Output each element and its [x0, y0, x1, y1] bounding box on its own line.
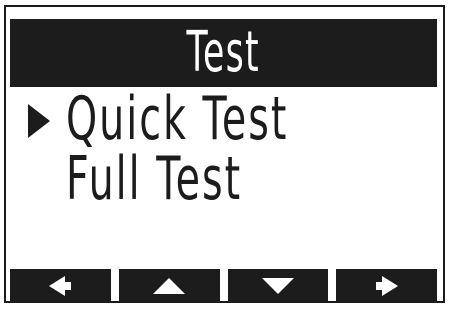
softkey-up-button[interactable] — [118, 269, 220, 303]
softkey-bar — [10, 269, 437, 303]
arrow-down-icon — [261, 278, 294, 294]
arrow-up-icon — [153, 278, 186, 294]
menu-item-quick-test[interactable]: Quick Test — [66, 89, 288, 149]
softkey-right-button[interactable] — [336, 269, 437, 303]
device-screen: Test Quick Test Full Test — [0, 0, 454, 313]
softkey-down-button[interactable] — [227, 269, 329, 303]
arrow-left-icon — [49, 276, 72, 296]
arrow-right-icon — [375, 276, 398, 296]
page-title: Test — [186, 20, 261, 85]
selection-cursor-icon — [28, 104, 50, 138]
softkey-left-button[interactable] — [10, 269, 111, 303]
title-bar: Test — [10, 19, 437, 87]
menu-item-full-test[interactable]: Full Test — [66, 149, 242, 209]
